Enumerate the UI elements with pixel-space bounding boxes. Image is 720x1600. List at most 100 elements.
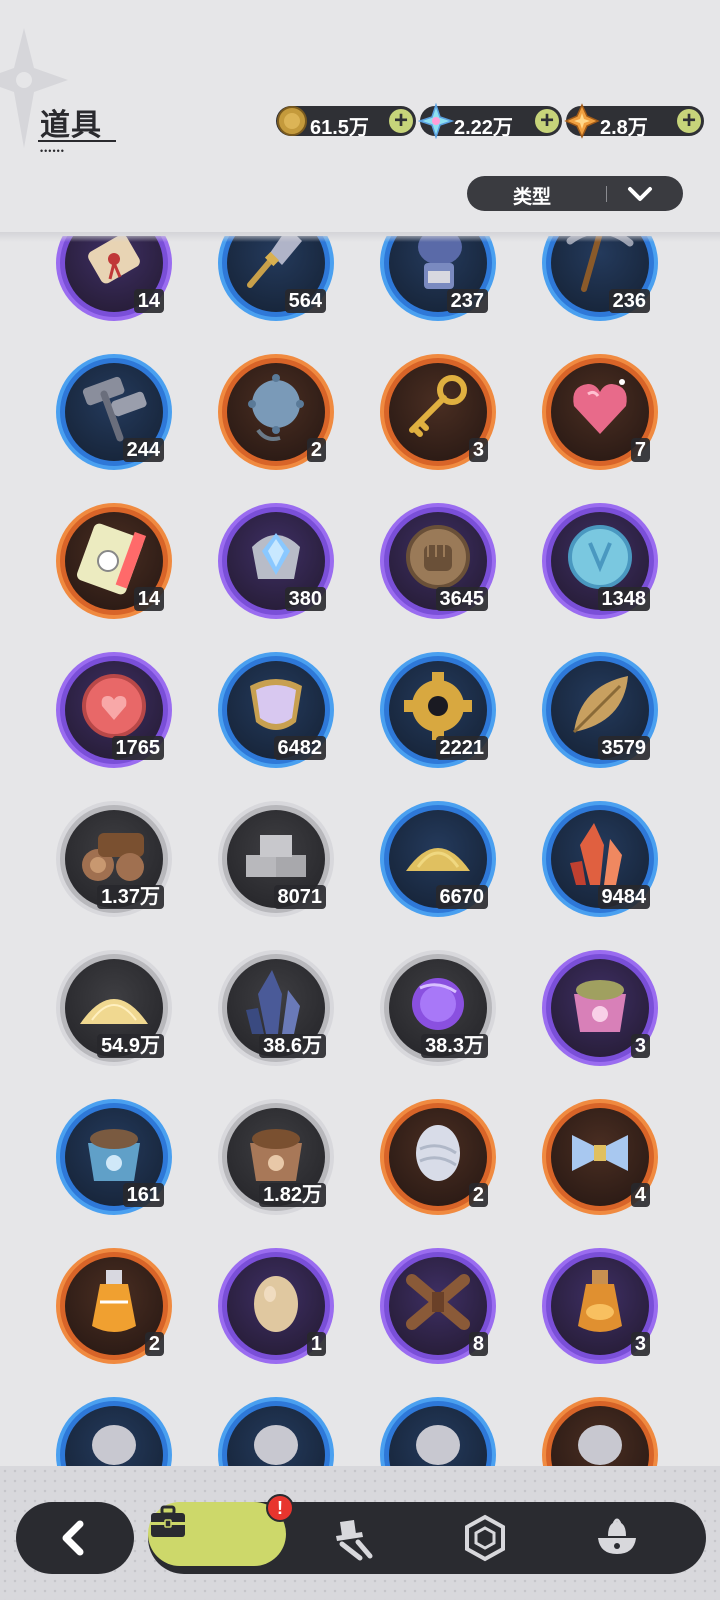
item-slot[interactable]: 1.82万 — [218, 1099, 334, 1215]
back-arrow-icon — [62, 1520, 84, 1556]
item-grid-viewport[interactable]: 14 564 237 236 244 2 3 7 14 380 3645 1348 1765 6482 22… — [0, 236, 720, 1466]
title-underline — [38, 140, 116, 142]
item-count: 38.3万 — [421, 1034, 488, 1058]
partial-item-icon — [416, 1425, 460, 1465]
item-slot[interactable]: 38.6万 — [218, 950, 334, 1066]
item-count: 6482 — [273, 736, 326, 760]
item-count: 236 — [608, 289, 650, 313]
crystal-crest-icon — [252, 533, 300, 579]
item-slot[interactable]: 1348 — [542, 503, 658, 619]
item-slot[interactable]: 8071 — [218, 801, 334, 917]
back-button[interactable] — [16, 1502, 134, 1574]
scale-shell-icon — [250, 679, 302, 730]
item-count: 3 — [468, 438, 488, 462]
wood-logs-icon — [82, 833, 144, 881]
item-count: 3 — [630, 1332, 650, 1356]
item-count: 14 — [133, 587, 164, 611]
item-count: 1.37万 — [97, 885, 164, 909]
item-slot[interactable]: 14 — [56, 503, 172, 619]
item-count: 1348 — [597, 587, 650, 611]
add-star-gem-button[interactable]: + — [677, 109, 701, 133]
item-count: 14 — [133, 289, 164, 313]
currency-gold-value: 61.5万 — [310, 117, 369, 139]
item-slot[interactable]: 3 — [542, 1248, 658, 1364]
item-count: 2 — [468, 1183, 488, 1207]
hexagon-gem-icon — [465, 1514, 505, 1562]
ticket-icon — [76, 523, 147, 595]
item-slot[interactable]: 8 — [380, 1248, 496, 1364]
fist-coin-icon — [406, 525, 470, 589]
item-slot[interactable]: 3645 — [380, 503, 496, 619]
item-slot[interactable] — [56, 1397, 172, 1466]
gold-sand-icon — [406, 848, 470, 871]
item-slot[interactable]: 244 — [56, 354, 172, 470]
item-count: 2 — [144, 1332, 164, 1356]
item-count: 1 — [306, 1332, 326, 1356]
item-slot[interactable] — [542, 1397, 658, 1466]
tab-character[interactable] — [316, 1502, 388, 1574]
tab-gem[interactable] — [448, 1502, 520, 1574]
heart-gem-icon — [573, 379, 627, 434]
item-slot[interactable]: 3579 — [542, 652, 658, 768]
item-slot[interactable] — [218, 1397, 334, 1466]
tab-food[interactable] — [580, 1502, 652, 1574]
item-count: 7 — [630, 438, 650, 462]
partial-item-icon — [578, 1425, 622, 1465]
item-slot[interactable]: 14 — [56, 236, 172, 321]
currency-crystal: 2.22万 + — [418, 103, 562, 139]
item-slot[interactable]: 564 — [218, 236, 334, 321]
partial-item-icon — [92, 1425, 136, 1465]
dark-crystal-icon — [246, 970, 300, 1034]
bottom-navigation: ! — [0, 1466, 720, 1600]
red-crystal-icon — [570, 823, 622, 885]
item-slot[interactable]: 1 — [218, 1248, 334, 1364]
item-count: 3 — [630, 1034, 650, 1058]
item-count: 8 — [468, 1332, 488, 1356]
item-slot[interactable]: 3 — [380, 354, 496, 470]
item-count: 9484 — [597, 885, 650, 909]
item-slot[interactable]: 2 — [380, 1099, 496, 1215]
item-slot[interactable]: 2 — [218, 354, 334, 470]
item-slot[interactable] — [380, 1397, 496, 1466]
heart-coin-icon — [82, 674, 146, 738]
item-count: 3645 — [435, 587, 488, 611]
currency-star-gem: 2.8万 + — [564, 103, 704, 139]
item-count: 2221 — [435, 736, 488, 760]
item-slot[interactable]: 1.37万 — [56, 801, 172, 917]
egg-icon — [416, 1125, 460, 1181]
item-slot[interactable]: 7 — [542, 354, 658, 470]
item-slot[interactable]: 4 — [542, 1099, 658, 1215]
item-slot[interactable]: 6670 — [380, 801, 496, 917]
hat-wrench-icon — [336, 1520, 373, 1561]
bag-icon — [151, 1505, 185, 1537]
item-slot[interactable]: 54.9万 — [56, 950, 172, 1066]
item-slot[interactable]: 380 — [218, 503, 334, 619]
gold-coin-icon — [277, 106, 307, 136]
item-slot[interactable]: 237 — [380, 236, 496, 321]
item-slot[interactable]: 1765 — [56, 652, 172, 768]
item-count: 2 — [306, 438, 326, 462]
add-gold-button[interactable]: + — [389, 109, 413, 133]
item-count: 161 — [122, 1183, 164, 1207]
notification-badge: ! — [266, 1494, 294, 1522]
add-crystal-button[interactable]: + — [535, 109, 559, 133]
sand-pile-icon — [80, 999, 148, 1024]
item-slot[interactable]: 38.3万 — [380, 950, 496, 1066]
item-slot[interactable]: 3 — [542, 950, 658, 1066]
stone-bricks-icon — [246, 835, 306, 877]
item-slot[interactable]: 6482 — [218, 652, 334, 768]
type-filter-dropdown[interactable]: 类型 — [467, 176, 683, 211]
tab-bag[interactable]: ! — [148, 1494, 294, 1566]
item-slot[interactable]: 2 — [56, 1248, 172, 1364]
gear-icon — [404, 672, 472, 740]
plain-egg-icon — [254, 1276, 298, 1332]
item-slot[interactable]: 161 — [56, 1099, 172, 1215]
item-slot[interactable]: 9484 — [542, 801, 658, 917]
tab-bar: ! — [148, 1494, 706, 1574]
chevron-down-icon — [628, 187, 652, 201]
item-slot[interactable]: 236 — [542, 236, 658, 321]
currency-star-gem-value: 2.8万 — [600, 117, 648, 139]
item-slot[interactable]: 2221 — [380, 652, 496, 768]
item-count: 4 — [630, 1183, 650, 1207]
item-count: 1765 — [111, 736, 164, 760]
